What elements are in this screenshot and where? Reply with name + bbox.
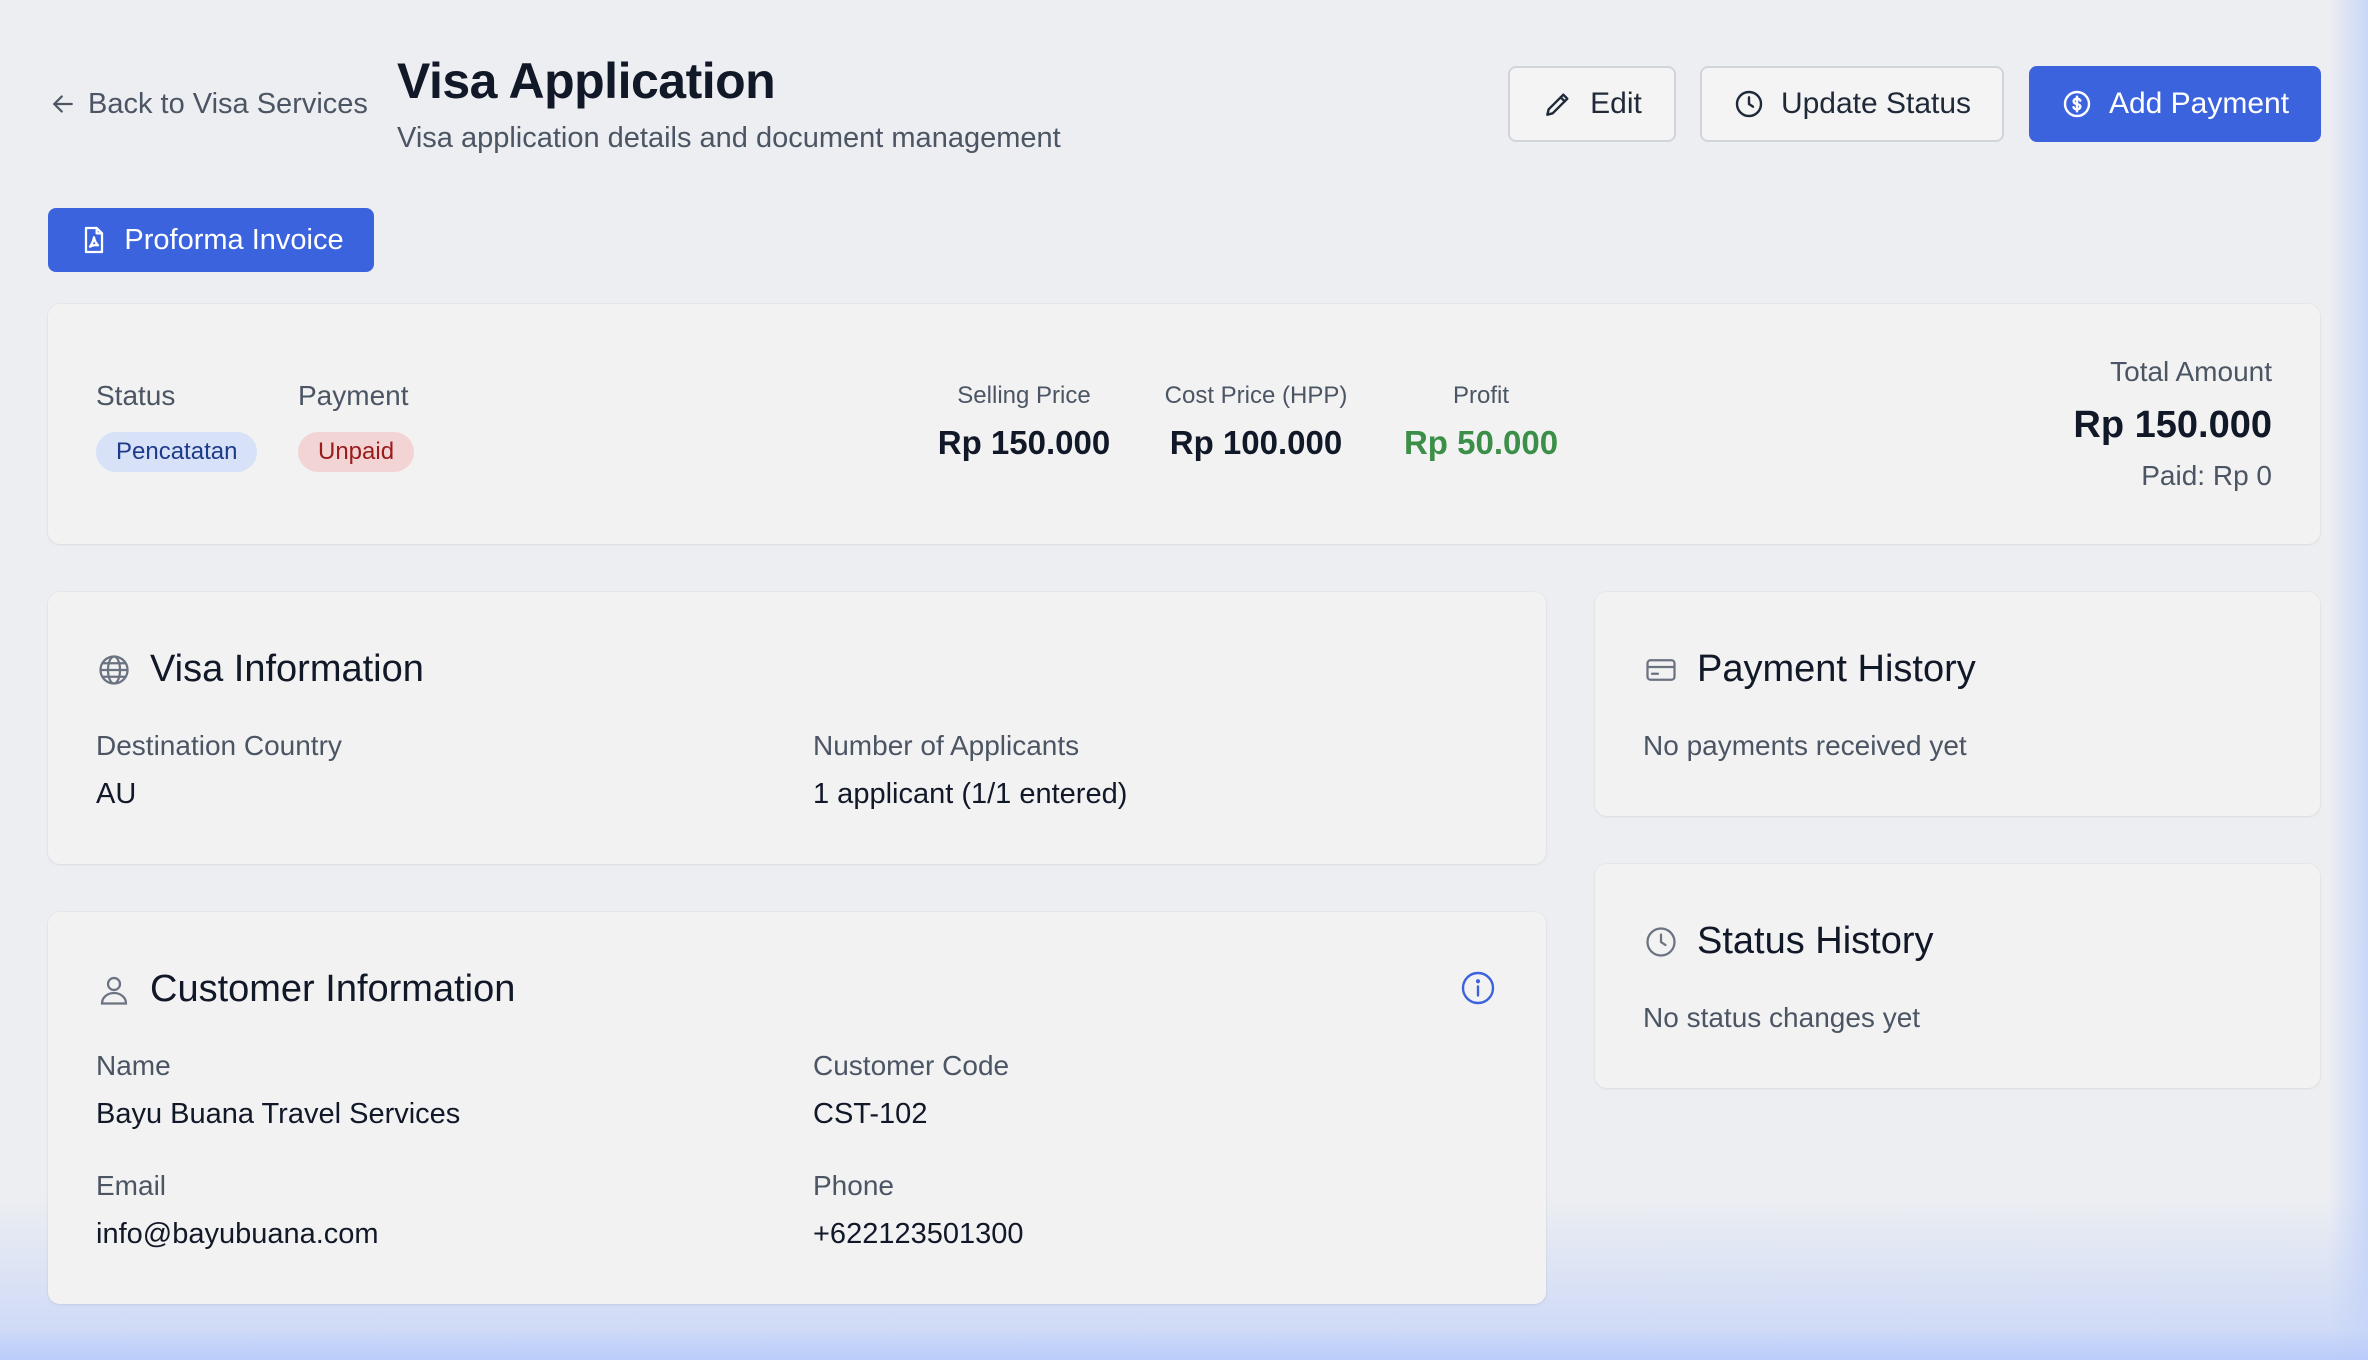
- add-payment-button-label: Add Payment: [2108, 87, 2290, 120]
- customer-email-label: Email: [96, 1170, 167, 1201]
- total-amount-label: Total Amount: [2110, 356, 2272, 387]
- pencil-icon: [1546, 93, 1569, 116]
- customer-email-value: info@bayubuana.com: [96, 1218, 379, 1250]
- status-history-empty: No status changes yet: [1643, 1002, 1921, 1033]
- cost-price-value: Rp 100.000: [1169, 424, 1343, 461]
- bottom-glow: [0, 1330, 2368, 1360]
- status-history-card: Status History No status changes yet: [1595, 864, 2320, 1088]
- customer-code-value: CST-102: [813, 1098, 928, 1130]
- customer-phone-label: Phone: [813, 1170, 894, 1201]
- user-icon: [100, 976, 128, 1005]
- status-history-header: Status History: [1643, 920, 1934, 963]
- visa-information-title: Visa Information: [150, 648, 424, 690]
- profit-value: Rp 50.000: [1403, 424, 1559, 461]
- dollar-circle-icon: [2063, 90, 2091, 118]
- page-title: Visa Application: [397, 53, 776, 109]
- customer-name-label: Name: [96, 1050, 171, 1081]
- customer-name-value: Bayu Buana Travel Services: [96, 1098, 461, 1130]
- customer-phone-value: +622123501300: [813, 1218, 1024, 1250]
- payment-history-empty: No payments received yet: [1643, 730, 1967, 761]
- selling-price-value: Rp 150.000: [937, 424, 1111, 461]
- cost-price-label: Cost Price (HPP): [1164, 382, 1348, 409]
- customer-information-header: Customer Information: [96, 968, 515, 1011]
- back-link-label: Back to Visa Services: [88, 87, 368, 120]
- profit-label: Profit: [1452, 382, 1509, 409]
- payment-history-title: Payment History: [1697, 648, 1976, 690]
- payment-history-card: Payment History No payments received yet: [1595, 592, 2320, 816]
- proforma-invoice-label: Proforma Invoice: [124, 223, 344, 256]
- clock-icon: [1646, 926, 1676, 957]
- arrow-left-icon: [53, 95, 73, 113]
- back-to-visa-services-link[interactable]: Back to Visa Services: [48, 84, 368, 124]
- destination-country-label: Destination Country: [96, 730, 342, 761]
- destination-country-value: AU: [96, 778, 137, 810]
- status-label: Status: [96, 380, 176, 411]
- update-status-button-label: Update Status: [1780, 87, 1972, 120]
- status-badge: Pencatatan: [96, 432, 258, 472]
- payment-history-header: Payment History: [1643, 648, 1976, 691]
- payment-badge: Unpaid: [298, 432, 415, 472]
- info-icon[interactable]: [1460, 970, 1496, 1006]
- number-of-applicants-value: 1 applicant (1/1 entered): [813, 778, 1128, 810]
- clock-icon: [1735, 90, 1763, 118]
- edit-button[interactable]: Edit: [1508, 66, 1676, 142]
- number-of-applicants-label: Number of Applicants: [813, 730, 1080, 761]
- total-amount-value: Rp 150.000: [2073, 404, 2272, 446]
- edit-button-label: Edit: [1590, 87, 1642, 120]
- paid-amount: Paid: Rp 0: [2141, 460, 2272, 491]
- customer-code-label: Customer Code: [813, 1050, 1010, 1081]
- visa-information-header: Visa Information: [96, 648, 424, 691]
- edge-glow: [2328, 0, 2368, 1360]
- file-pdf-icon: [85, 226, 104, 254]
- selling-price-label: Selling Price: [957, 382, 1091, 409]
- customer-information-card: Customer Information Name Bayu Buana Tra…: [48, 912, 1546, 1304]
- visa-information-card: Visa Information Destination Country AU …: [48, 592, 1546, 864]
- page-subtitle: Visa application details and document ma…: [397, 122, 1061, 154]
- customer-information-title: Customer Information: [150, 968, 516, 1010]
- add-payment-button[interactable]: Add Payment: [2029, 66, 2321, 142]
- payment-label: Payment: [298, 380, 409, 411]
- summary-card: Status Pencatatan Payment Unpaid Selling…: [48, 304, 2320, 544]
- status-history-title: Status History: [1697, 920, 1934, 962]
- globe-icon: [99, 654, 129, 685]
- proforma-invoice-button[interactable]: Proforma Invoice: [48, 208, 374, 272]
- credit-card-icon: [1646, 658, 1676, 681]
- update-status-button[interactable]: Update Status: [1700, 66, 2004, 142]
